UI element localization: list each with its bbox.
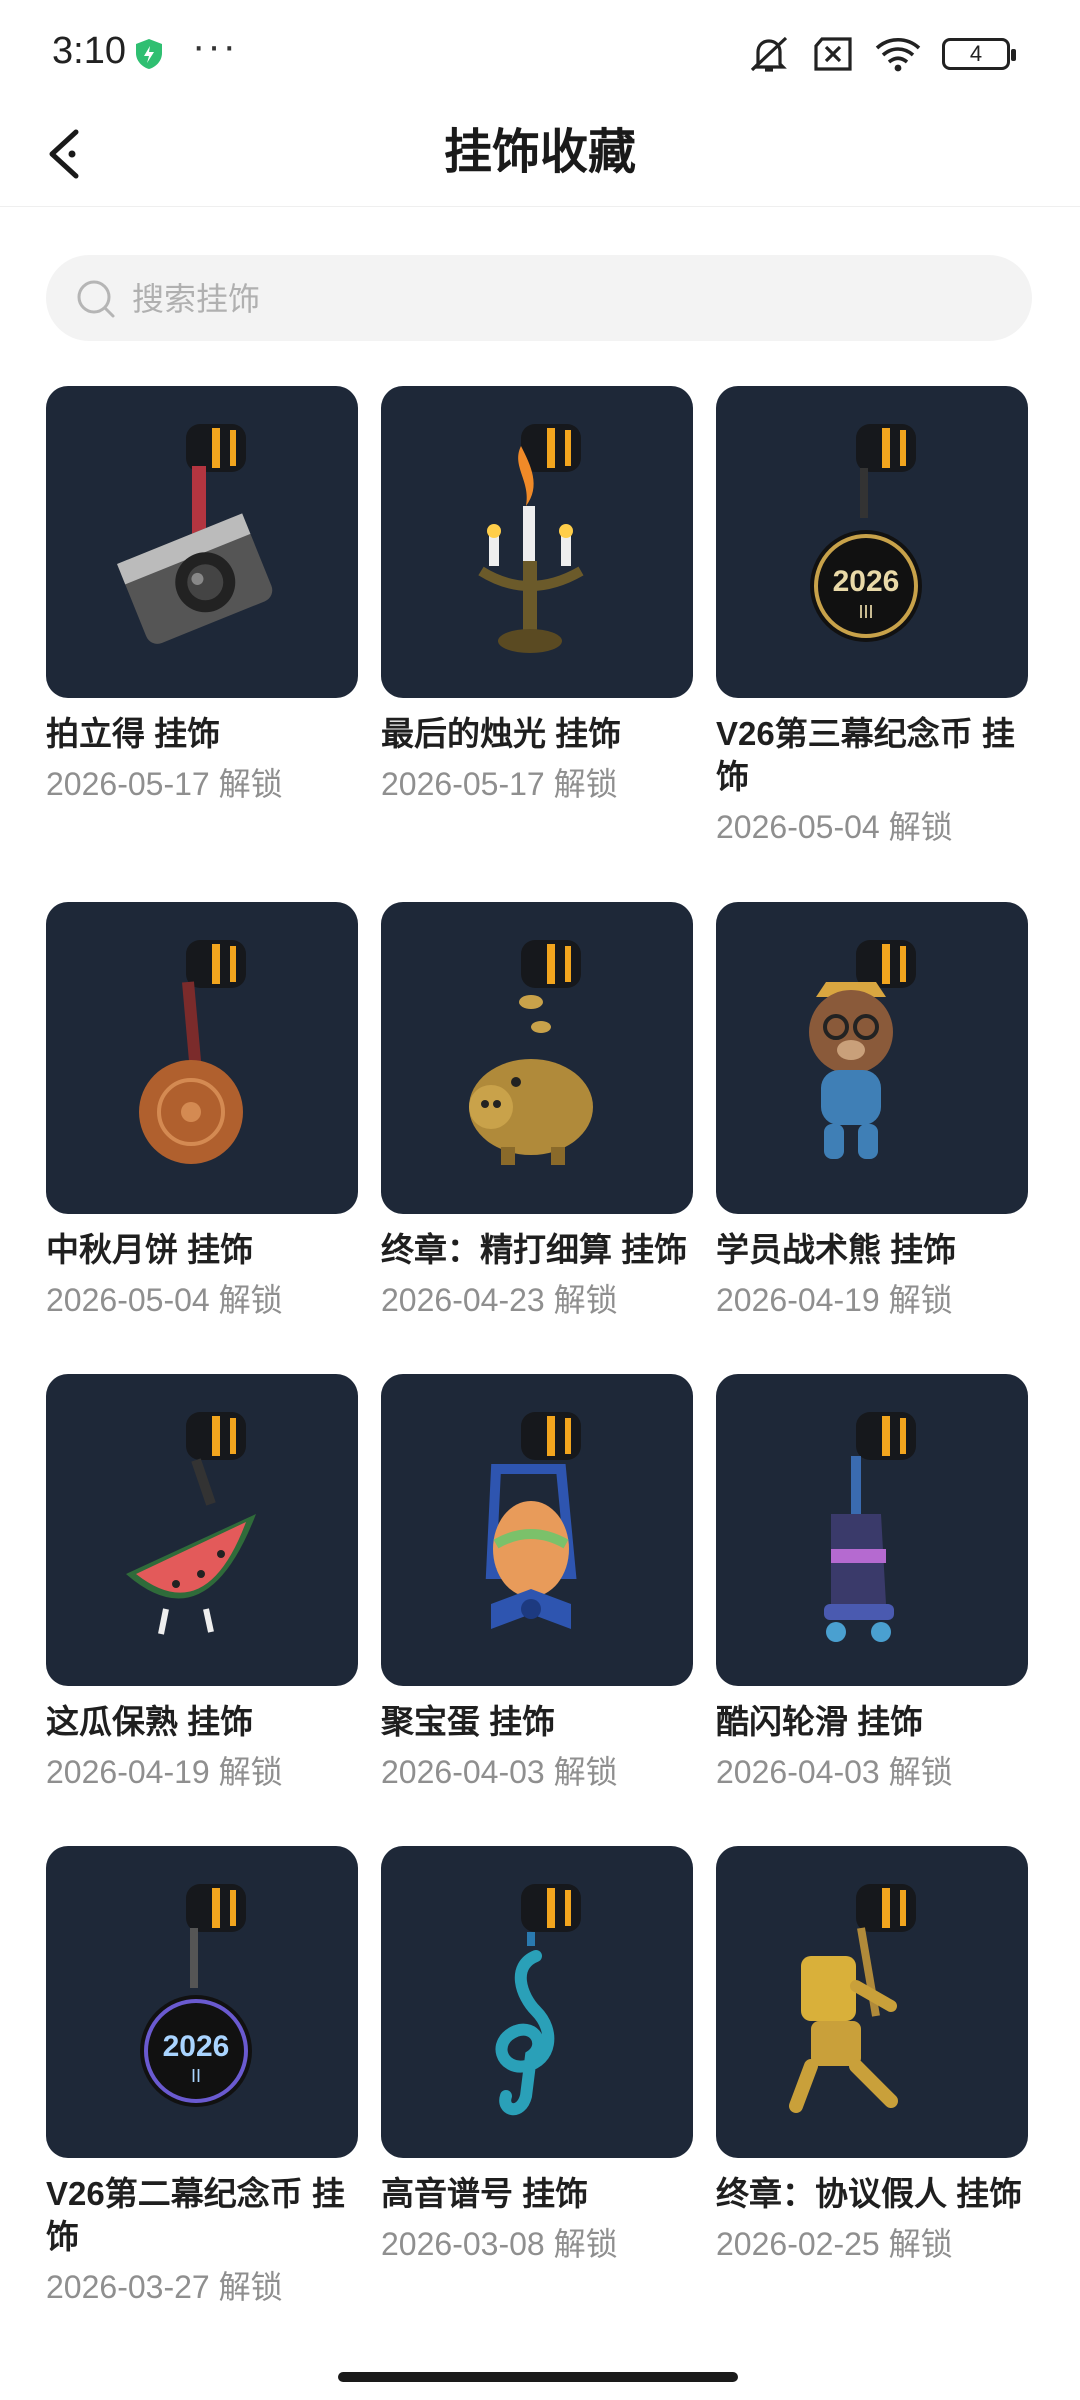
charm-unlock-date: 2026-04-19 解锁 — [716, 1282, 953, 1318]
coin-year-text: 2026 — [833, 565, 900, 598]
roller-skate-charm-icon — [824, 1412, 916, 1642]
charm-thumbnail — [716, 1846, 1028, 2158]
mute-icon — [750, 36, 788, 72]
treble-clef-charm-icon — [495, 1884, 581, 2116]
charm-name: 酷闪轮滑 挂饰 — [716, 1703, 924, 1740]
charm-thumbnail — [716, 902, 1028, 1214]
coin-2026-iii-charm-icon: 2026 III — [810, 424, 922, 642]
charm-unlock-date: 2026-05-17 解锁 — [46, 766, 283, 802]
charm-unlock-date: 2026-04-19 解锁 — [46, 1754, 283, 1790]
bear-charm-icon — [809, 940, 916, 1159]
egg-charm-icon — [485, 1412, 581, 1629]
charm-unlock-date: 2026-05-04 解锁 — [716, 809, 953, 845]
coin-act-text: III — [858, 602, 873, 622]
charm-unlock-date: 2026-05-04 解锁 — [46, 1282, 283, 1318]
charm-card[interactable]: 拍立得 挂饰 2026-05-17 解锁 — [46, 386, 358, 805]
charm-card[interactable]: 最后的烛光 挂饰 2026-05-17 解锁 — [381, 386, 693, 805]
watermelon-charm-icon — [126, 1412, 256, 1635]
search-bar[interactable] — [46, 255, 1032, 343]
piggy-bank-charm-icon — [469, 940, 593, 1165]
charm-name: 学员战术熊 挂饰 — [716, 1231, 957, 1268]
charm-unlock-date: 2026-02-25 解锁 — [716, 2226, 953, 2262]
charm-thumbnail — [381, 902, 693, 1214]
candelabra-charm-icon — [478, 424, 584, 653]
status-time: 3:10 — [52, 30, 126, 72]
charm-thumbnail — [381, 1374, 693, 1686]
charm-thumbnail: 2026 III — [716, 386, 1028, 698]
status-bar: 3:10 ··· 4 — [0, 0, 1080, 100]
charm-thumbnail — [46, 386, 358, 698]
top-app-bar: 挂饰收藏 — [0, 100, 1080, 207]
home-indicator[interactable] — [338, 2372, 738, 2382]
charm-thumbnail: 2026 II — [46, 1846, 358, 2158]
charm-name: 聚宝蛋 挂饰 — [381, 1703, 556, 1740]
camera-charm-icon — [117, 424, 273, 644]
battery-level: 4 — [969, 41, 983, 66]
more-icon: ··· — [192, 24, 238, 68]
charm-unlock-date: 2026-05-17 解锁 — [381, 766, 618, 802]
charm-unlock-date: 2026-04-03 解锁 — [716, 1754, 953, 1790]
charm-card[interactable]: 酷闪轮滑 挂饰 2026-04-03 解锁 — [716, 1374, 1028, 1793]
charm-unlock-date: 2026-04-03 解锁 — [381, 1754, 618, 1790]
charm-name: 终章：协议假人 挂饰 — [716, 2175, 1023, 2212]
charm-name: V26第二幕纪念币 挂饰 — [46, 2175, 345, 2255]
charm-thumbnail — [381, 1846, 693, 2158]
charm-name: 中秋月饼 挂饰 — [46, 1231, 254, 1268]
charm-card[interactable]: 这瓜保熟 挂饰 2026-04-19 解锁 — [46, 1374, 358, 1793]
charm-card[interactable]: 中秋月饼 挂饰 2026-05-04 解锁 — [46, 902, 358, 1321]
charm-unlock-date: 2026-03-27 解锁 — [46, 2269, 283, 2305]
charm-card[interactable]: 终章：协议假人 挂饰 2026-02-25 解锁 — [716, 1846, 1028, 2265]
mooncake-charm-icon — [139, 940, 246, 1164]
charm-name: V26第三幕纪念币 挂饰 — [716, 715, 1015, 795]
wifi-icon — [875, 37, 921, 72]
coin-act-text: II — [191, 2066, 201, 2086]
search-icon — [77, 280, 115, 318]
charm-card[interactable]: 2026 II V26第二幕纪念币 挂饰 2026-03-27 解锁 — [46, 1846, 358, 2308]
charm-card[interactable]: 终章：精打细算 挂饰 2026-04-23 解锁 — [381, 902, 693, 1321]
charm-name: 终章：精打细算 挂饰 — [381, 1231, 688, 1268]
charm-card[interactable]: 学员战术熊 挂饰 2026-04-19 解锁 — [716, 902, 1028, 1321]
charm-thumbnail — [381, 386, 693, 698]
charm-name: 拍立得 挂饰 — [46, 715, 221, 752]
charm-thumbnail — [46, 1374, 358, 1686]
charm-unlock-date: 2026-03-08 解锁 — [381, 2226, 618, 2262]
robot-dummy-charm-icon — [789, 1884, 916, 2113]
charm-name: 高音谱号 挂饰 — [381, 2175, 589, 2212]
coin-2026-ii-charm-icon: 2026 II — [140, 1884, 252, 2107]
charm-thumbnail — [46, 902, 358, 1214]
page-title: 挂饰收藏 — [443, 126, 636, 179]
status-icons: 4 — [746, 32, 1016, 76]
battery-icon: 4 — [942, 38, 1016, 70]
charm-name: 最后的烛光 挂饰 — [381, 715, 622, 752]
charm-thumbnail — [716, 1374, 1028, 1686]
charm-name: 这瓜保熟 挂饰 — [46, 1703, 254, 1740]
charm-card[interactable]: 聚宝蛋 挂饰 2026-04-03 解锁 — [381, 1374, 693, 1793]
charm-card[interactable]: 2026 III V26第三幕纪念币 挂饰 2026-05-04 解锁 — [716, 386, 1028, 848]
search-input[interactable] — [130, 255, 1014, 343]
charm-unlock-date: 2026-04-23 解锁 — [381, 1282, 618, 1318]
no-sim-icon — [814, 37, 852, 71]
shield-icon — [136, 39, 162, 69]
charm-card[interactable]: 高音谱号 挂饰 2026-03-08 解锁 — [381, 1846, 693, 2265]
coin-year-text: 2026 — [163, 2030, 230, 2063]
